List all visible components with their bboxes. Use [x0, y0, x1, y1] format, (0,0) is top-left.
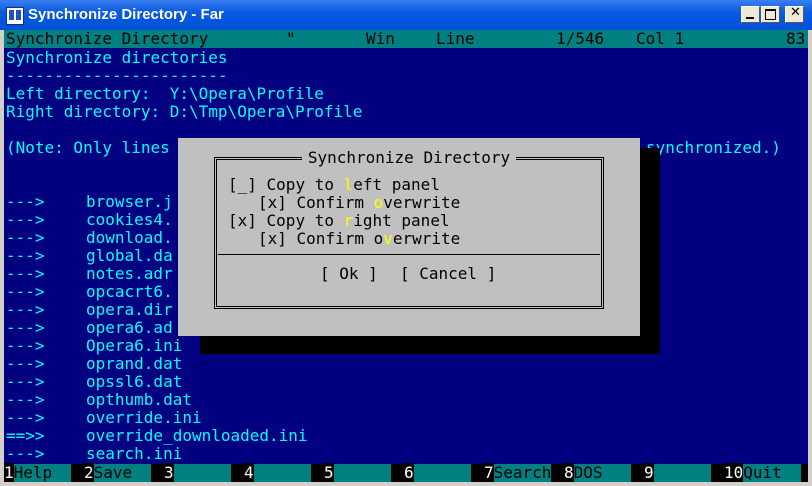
- fkey-6[interactable]: 6: [404, 463, 472, 482]
- sync-direction-arrow: --->: [6, 282, 45, 301]
- file-name: oprand.dat: [86, 354, 183, 373]
- file-name: opssl6.dat: [86, 372, 183, 391]
- sync-direction-arrow: --->: [6, 444, 45, 463]
- dialog-separator: [218, 254, 600, 255]
- file-name: global.da: [86, 246, 173, 265]
- sync-direction-arrow: --->: [6, 264, 45, 283]
- fkey-number: 9: [644, 463, 654, 482]
- fkey-label: [333, 464, 392, 482]
- file-name: opthumb.dat: [86, 390, 192, 409]
- heading-underline: -----------------------: [6, 66, 228, 85]
- sync-direction-arrow: --->: [6, 210, 45, 229]
- fkey-number: 6: [404, 463, 414, 482]
- fkey-10[interactable]: 10Quit: [724, 463, 802, 482]
- confirm-overwrite-left-checkbox[interactable]: [x] Confirm overwrite: [258, 194, 460, 212]
- cancel-button[interactable]: [ Cancel ]: [400, 265, 496, 283]
- fkey-9[interactable]: 9: [644, 463, 712, 482]
- fkey-label: [173, 464, 232, 482]
- status-filename: Synchronize Directory: [6, 30, 209, 48]
- fkey-4[interactable]: 4: [244, 463, 312, 482]
- left-directory-line: Left directory: Y:\Opera\Profile: [6, 84, 324, 103]
- maximize-button[interactable]: [761, 6, 780, 23]
- fkey-label: Save: [93, 463, 152, 482]
- fkey-number: 3: [164, 463, 174, 482]
- fkey-number: 5: [324, 463, 334, 482]
- file-name: Opera6.ini: [86, 336, 183, 355]
- minimize-button[interactable]: [741, 6, 760, 23]
- fkey-number: 2: [84, 463, 94, 482]
- editor-status-bar: Synchronize Directory " Win Line 1/546 C…: [4, 30, 808, 48]
- fkey-7[interactable]: 7Search: [484, 463, 552, 482]
- fkey-5[interactable]: 5: [324, 463, 392, 482]
- fkey-label: Search: [493, 463, 552, 482]
- title-bar: Synchronize Directory - Far ✕: [0, 0, 812, 30]
- right-directory-line: Right directory: D:\Tmp\Opera\Profile: [6, 102, 363, 121]
- fkey-number: 8: [564, 463, 574, 482]
- fkey-2[interactable]: 2Save: [84, 463, 152, 482]
- sync-direction-arrow: --->: [6, 390, 45, 409]
- status-encoding: Win: [366, 30, 395, 48]
- fkey-number: 1: [4, 463, 14, 482]
- close-button[interactable]: ✕: [785, 5, 804, 23]
- sync-direction-arrow: --->: [6, 300, 45, 319]
- sync-direction-arrow: --->: [6, 318, 45, 337]
- file-name: opera6.ad: [86, 318, 173, 337]
- dialog-title: Synchronize Directory: [301, 148, 517, 167]
- far-app-icon[interactable]: [6, 7, 24, 25]
- status-column: Col 1: [636, 30, 685, 48]
- fkey-label: [653, 464, 712, 482]
- status-modified: ": [286, 30, 296, 48]
- sync-direction-arrow: ==>>: [6, 426, 45, 445]
- fkey-label: [413, 464, 472, 482]
- file-name: download.: [86, 228, 173, 247]
- sync-direction-arrow: --->: [6, 408, 45, 427]
- copy-to-left-checkbox[interactable]: [_] Copy to left panel: [228, 176, 440, 194]
- file-name: cookies4.: [86, 210, 173, 229]
- sync-direction-arrow: --->: [6, 336, 45, 355]
- note-line-start: (Note: Only lines: [6, 138, 170, 157]
- synchronize-dialog: Synchronize Directory [_] Copy to left p…: [178, 138, 640, 336]
- fkey-1[interactable]: 1Help: [4, 463, 72, 482]
- status-char-code: 83: [786, 30, 806, 48]
- sync-direction-arrow: --->: [6, 228, 45, 247]
- file-name: browser.j: [86, 192, 173, 211]
- confirm-overwrite-right-checkbox[interactable]: [x] Confirm overwrite: [258, 230, 460, 248]
- editor-screen[interactable]: Synchronize Directory " Win Line 1/546 C…: [4, 30, 808, 482]
- fkey-label: Help: [13, 463, 72, 482]
- fkey-label: Quit: [743, 463, 802, 482]
- sync-direction-arrow: --->: [6, 372, 45, 391]
- file-name: search.ini: [86, 444, 183, 463]
- note-line-end: synchronized.): [646, 138, 781, 157]
- fkey-number: 7: [484, 463, 494, 482]
- file-name: opera.dir: [86, 300, 173, 319]
- sync-direction-arrow: --->: [6, 192, 45, 211]
- fkey-label: [253, 464, 312, 482]
- status-position: 1/546: [556, 30, 605, 48]
- function-key-bar: 1Help 2Save 3 4 5 6 7Search 8DOS 9 10Quit: [4, 463, 808, 482]
- fkey-8[interactable]: 8DOS: [564, 463, 632, 482]
- heading-line: Synchronize directories: [6, 48, 228, 67]
- file-name: override.ini: [86, 408, 202, 427]
- window-title: Synchronize Directory - Far: [28, 6, 224, 23]
- fkey-label: DOS: [573, 463, 632, 482]
- status-line-label: Line: [436, 30, 475, 48]
- fkey-3[interactable]: 3: [164, 463, 232, 482]
- sync-direction-arrow: --->: [6, 246, 45, 265]
- fkey-number: 10: [724, 463, 744, 482]
- ok-button[interactable]: [ Ok ]: [320, 265, 378, 283]
- file-name: opcacrt6.: [86, 282, 173, 301]
- close-icon: ✕: [790, 5, 801, 20]
- copy-to-right-checkbox[interactable]: [x] Copy to right panel: [228, 212, 450, 230]
- sync-direction-arrow: --->: [6, 354, 45, 373]
- fkey-number: 4: [244, 463, 254, 482]
- file-name: override_downloaded.ini: [86, 426, 308, 445]
- file-name: notes.adr: [86, 264, 173, 283]
